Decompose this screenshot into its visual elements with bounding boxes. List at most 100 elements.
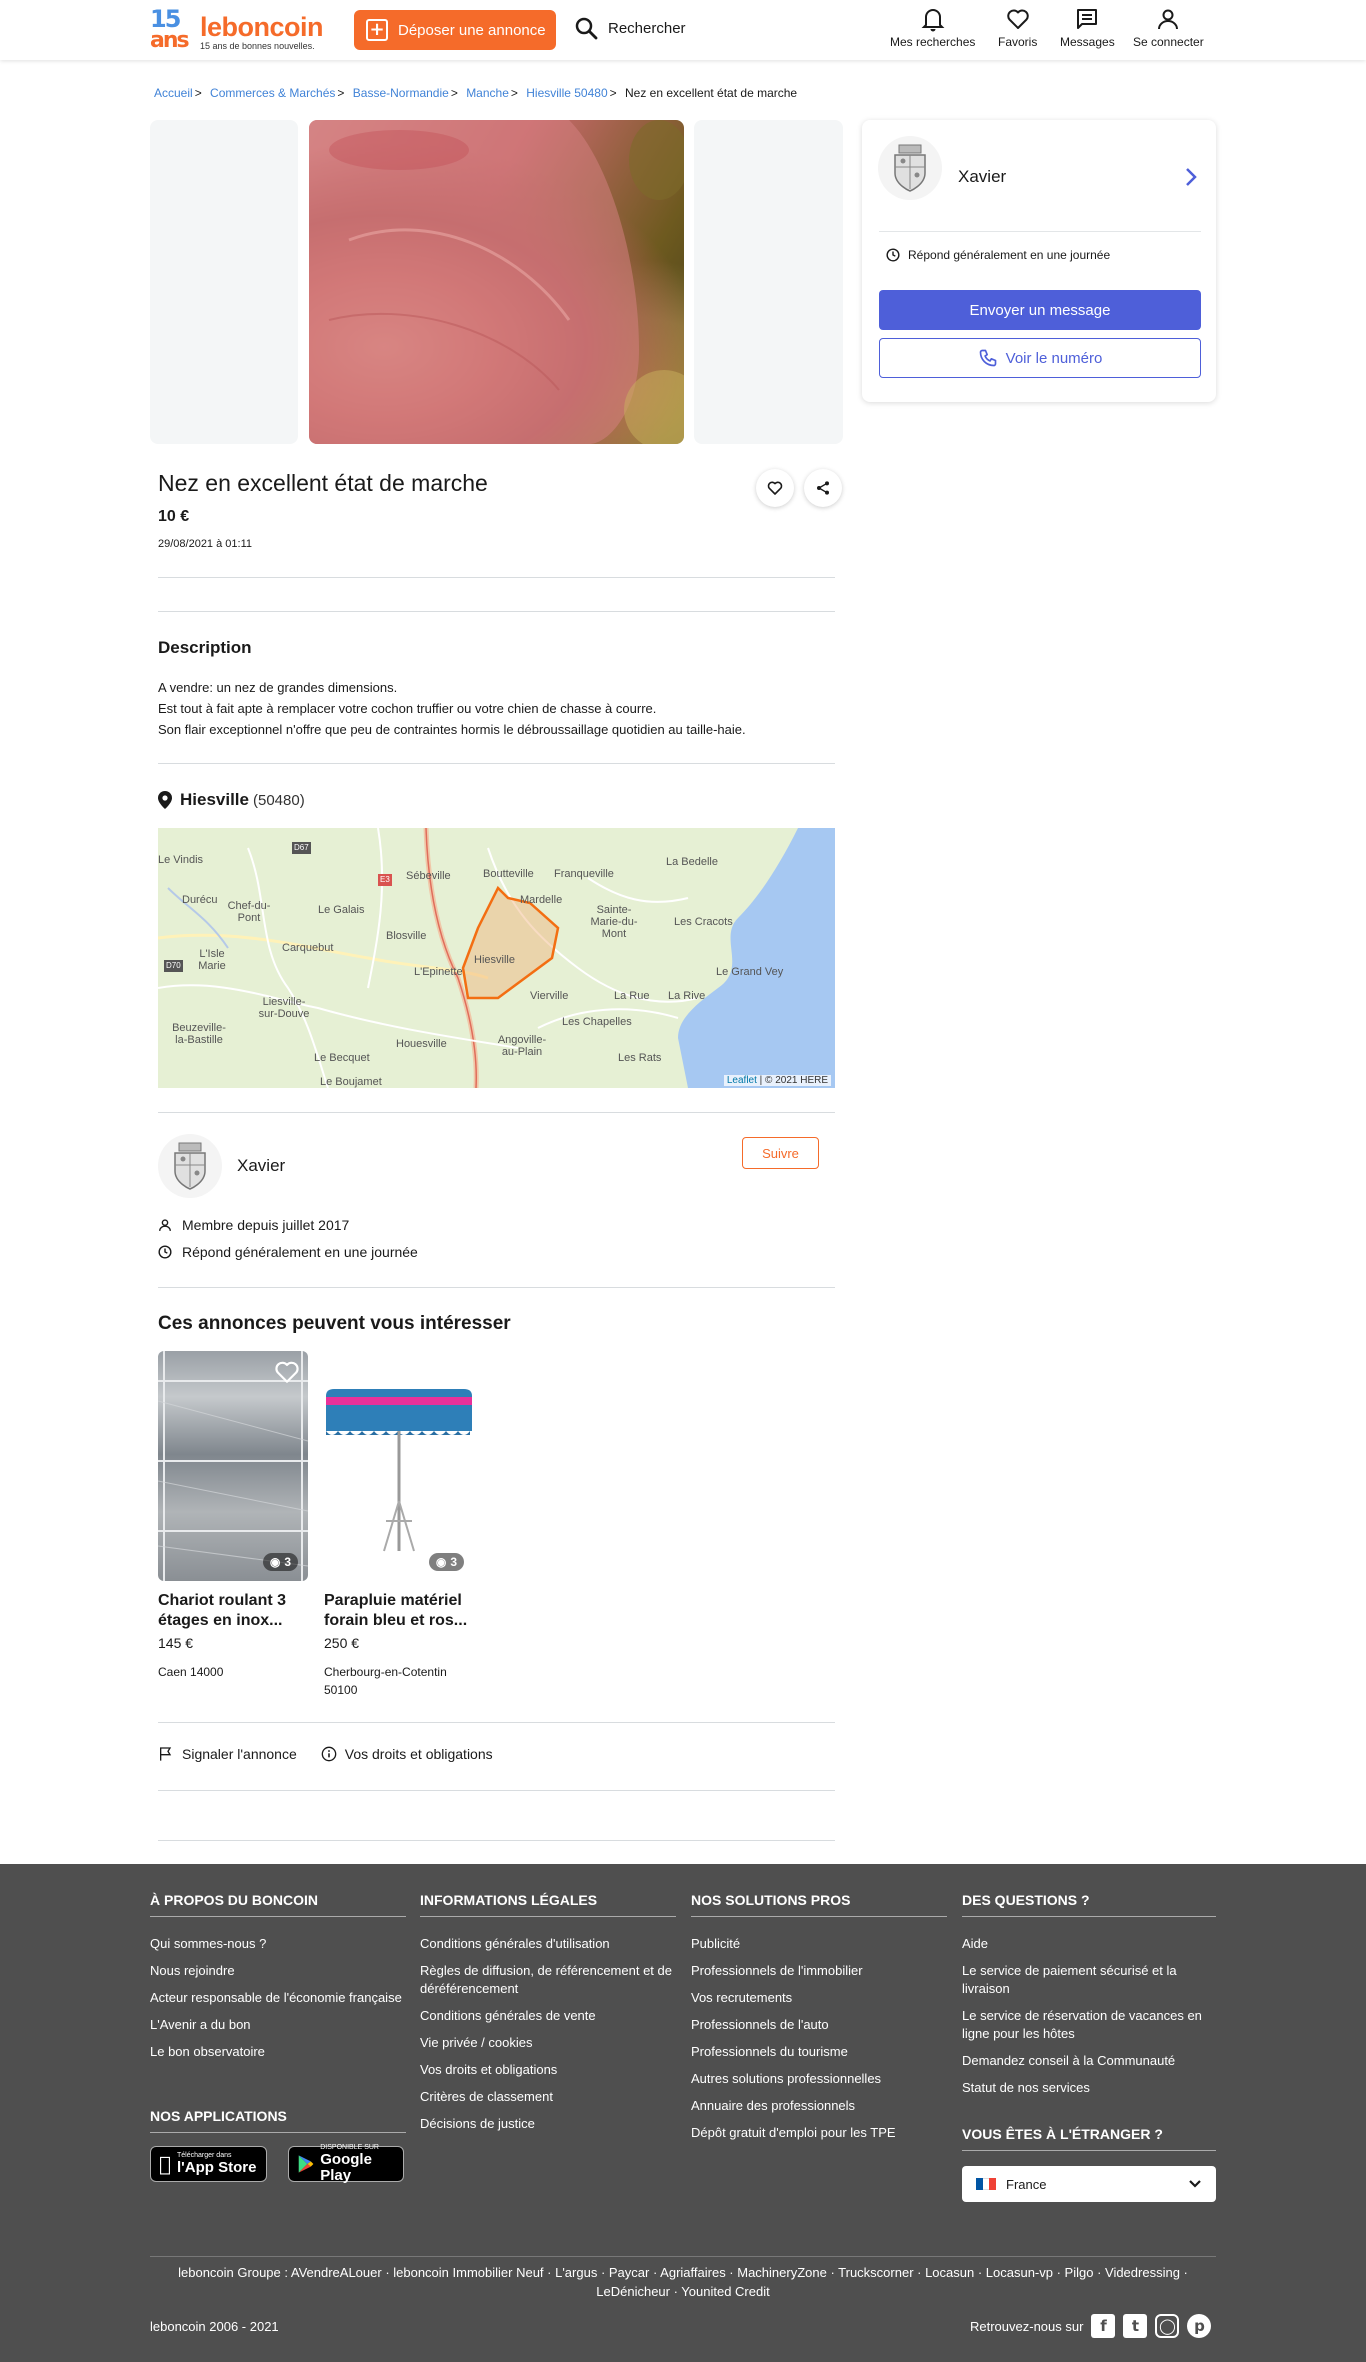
ad-location: Hiesville (50480) — [158, 790, 305, 810]
breadcrumb-region[interactable]: Basse-Normandie — [353, 86, 449, 100]
rights-link[interactable]: Vos droits et obligations — [321, 1746, 493, 1762]
google-play-badge[interactable]: DISPONIBLE SUR Google Play — [288, 2144, 404, 2184]
group-brands: leboncoin Groupe : AVendreALouer · lebon… — [150, 2256, 1216, 2301]
leboncoin-logo[interactable]: 15 ans leboncoin 15 ans de bonnes nouvell… — [150, 7, 330, 52]
breadcrumb-home[interactable]: Accueil — [154, 86, 193, 100]
breadcrumb-current: Nez en excellent état de marche — [625, 86, 798, 100]
footer-link[interactable]: Nous rejoindre — [150, 1962, 406, 1980]
footer-link[interactable]: Dépôt gratuit d'emploi pour les TPE — [691, 2124, 947, 2142]
divider — [158, 1840, 835, 1841]
footer-link[interactable]: Publicité — [691, 1935, 947, 1953]
share-icon — [817, 481, 829, 495]
map-label: Les Chapelles — [562, 1016, 632, 1028]
footer-link[interactable]: Qui sommes-nous ? — [150, 1935, 406, 1953]
similar-ad-location: Caen 14000 — [158, 1665, 224, 1679]
post-ad-button[interactable]: + Déposer une annonce — [354, 10, 556, 50]
similar-ad-location: Cherbourg-en-Cotentin 50100 — [324, 1665, 447, 1697]
breadcrumb-city[interactable]: Hiesville 50480 — [526, 86, 607, 100]
similar-ad-card[interactable]: ◉ 3 Chariot roulant 3 étages en inox... 1… — [158, 1351, 308, 1681]
footer-link[interactable]: Le service de paiement sécurisé et la li… — [962, 1962, 1216, 1998]
france-flag-icon — [976, 2178, 997, 2190]
country-select[interactable]: France — [962, 2166, 1216, 2202]
footer-link[interactable]: Vos recrutements — [691, 1989, 947, 2007]
road-sign: E3 — [378, 874, 392, 886]
footer-link[interactable]: Vos droits et obligations — [420, 2061, 676, 2079]
clock-icon — [886, 248, 900, 262]
nav-login[interactable]: Se connecter — [1133, 6, 1204, 49]
seller-name[interactable]: Xavier — [958, 167, 1006, 187]
chevron-right-icon[interactable] — [1185, 167, 1197, 187]
footer-column-title: DES QUESTIONS ? — [962, 1892, 1216, 1917]
seller-name[interactable]: Xavier — [237, 1156, 285, 1176]
map-label: Hiesville — [474, 954, 515, 966]
divider — [158, 1112, 835, 1113]
footer-link[interactable]: Décisions de justice — [420, 2115, 676, 2133]
divider — [158, 611, 835, 612]
footer-link[interactable]: Professionnels du tourisme — [691, 2043, 947, 2061]
footer-link[interactable]: Aide — [962, 1935, 1216, 1953]
divider — [879, 231, 1201, 232]
copyright: leboncoin 2006 - 2021 — [150, 2319, 279, 2334]
gallery-next-area[interactable] — [694, 120, 843, 444]
footer-link[interactable]: Critères de classement — [420, 2088, 676, 2106]
instagram-icon[interactable]: ◯ — [1155, 2314, 1180, 2338]
footer-link[interactable]: Le service de réservation de vacances en… — [962, 2007, 1216, 2043]
location-map[interactable]: Le Vindis Sébeville Boutteville Franquev… — [158, 828, 835, 1088]
map-label: Boutteville — [483, 868, 534, 880]
favorite-button[interactable] — [756, 469, 794, 507]
camera-icon: ◉ — [435, 1555, 447, 1569]
footer-column-title: VOUS ÊTES À L'ÉTRANGER ? — [962, 2126, 1216, 2151]
follow-button[interactable]: Suivre — [742, 1137, 819, 1169]
footer-link[interactable]: Vie privée / cookies — [420, 2034, 676, 2052]
facebook-icon[interactable]: f — [1091, 2314, 1116, 2338]
pinterest-icon[interactable]: p — [1187, 2314, 1212, 2338]
similar-ad-photo: ◉ 3 — [158, 1351, 308, 1581]
report-ad-link[interactable]: Signaler l'annonce — [158, 1746, 297, 1762]
ad-actions: Signaler l'annonce Vos droits et obligat… — [158, 1746, 517, 1762]
location-pin-icon — [158, 791, 172, 809]
send-message-button[interactable]: Envoyer un message — [879, 290, 1201, 330]
footer-link[interactable]: Conditions générales d'utilisation — [420, 1935, 676, 1953]
footer-column-title: NOS SOLUTIONS PROS — [691, 1892, 947, 1917]
ad-main-photo[interactable] — [309, 120, 684, 444]
footer-link[interactable]: Règles de diffusion, de référencement et… — [420, 1962, 676, 1998]
footer-link[interactable]: Professionnels de l'auto — [691, 2016, 947, 2034]
footer-abroad: VOUS ÊTES À L'ÉTRANGER ? — [962, 2126, 1216, 2169]
ad-title: Nez en excellent état de marche — [158, 470, 488, 496]
search-link[interactable]: Rechercher — [574, 16, 686, 40]
gallery-prev-area[interactable] — [150, 120, 298, 444]
footer-link[interactable]: Le bon observatoire — [150, 2043, 406, 2061]
footer-link[interactable]: Statut de nos services — [962, 2079, 1216, 2097]
nav-favorites[interactable]: Favoris — [998, 6, 1037, 49]
map-label: Franqueville — [554, 868, 614, 880]
twitter-icon[interactable]: t — [1123, 2314, 1148, 2338]
breadcrumb-department[interactable]: Manche — [466, 86, 509, 100]
nav-saved-searches[interactable]: Mes recherches — [890, 6, 975, 49]
footer-link[interactable]: Annuaire des professionnels — [691, 2097, 947, 2115]
similar-ad-title: Chariot roulant 3 étages en inox... — [158, 1592, 287, 1629]
footer-link[interactable]: L'Avenir a du bon — [150, 2016, 406, 2034]
footer-link[interactable]: Demandez conseil à la Communauté — [962, 2052, 1216, 2070]
map-label: Le Grand Vey — [716, 966, 784, 978]
similar-ad-card[interactable]: ◉ 3 Parapluie matériel forain bleu et ros… — [324, 1351, 474, 1699]
map-label: Sébeville — [406, 870, 451, 882]
footer-link[interactable]: Conditions générales de vente — [420, 2007, 676, 2025]
nav-messages[interactable]: Messages — [1060, 6, 1115, 49]
breadcrumb-category[interactable]: Commerces & Marchés — [210, 86, 335, 100]
breadcrumb: Accueil > Commerces & Marchés > Basse-Norm… — [154, 86, 798, 100]
footer-link[interactable]: Autres solutions professionnelles — [691, 2070, 947, 2088]
seller-avatar[interactable] — [158, 1134, 222, 1198]
heart-icon[interactable] — [274, 1359, 300, 1385]
info-icon — [321, 1746, 337, 1762]
divider — [158, 763, 835, 764]
app-store-badge[interactable]:  Télécharger dansl'App Store — [150, 2146, 267, 2182]
photo-count: ◉ 3 — [428, 1553, 464, 1571]
coat-of-arms-icon — [174, 1142, 206, 1190]
seller-avatar[interactable] — [878, 136, 942, 200]
footer-column-about: À PROPOS DU BONCOIN Qui sommes-nous ? No… — [150, 1892, 406, 2070]
footer-link[interactable]: Acteur responsable de l'économie françai… — [150, 1989, 406, 2007]
share-button[interactable] — [804, 469, 842, 507]
show-number-button[interactable]: Voir le numéro — [879, 338, 1201, 378]
footer-link[interactable]: Professionnels de l'immobilier — [691, 1962, 947, 1980]
map-label: La Rue — [614, 990, 650, 1002]
